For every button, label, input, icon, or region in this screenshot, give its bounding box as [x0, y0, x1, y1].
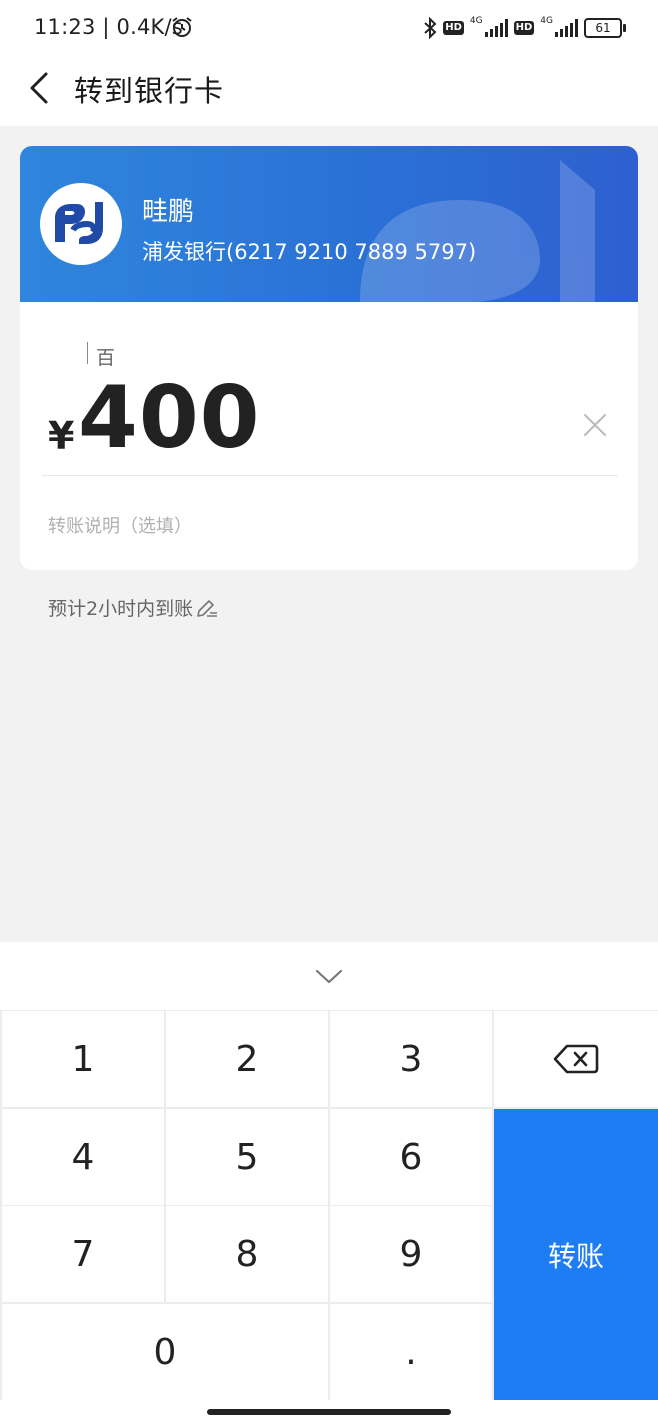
currency-symbol: ¥	[48, 414, 75, 458]
payee-banner: 畦鹏 浦发银行(6217 9210 7889 5797)	[20, 146, 638, 302]
arrival-estimate[interactable]: 预计2小时内到账	[48, 594, 219, 621]
transfer-card: 畦鹏 浦发银行(6217 9210 7889 5797) 百 ¥ 400 转账说…	[20, 146, 638, 570]
network-type: 4G	[469, 16, 483, 26]
remark-input[interactable]: 转账说明（选填）	[48, 512, 192, 538]
key-6[interactable]: 6	[330, 1109, 492, 1205]
battery-icon: 61	[584, 18, 626, 38]
page-title: 转到银行卡	[74, 74, 225, 108]
text-cursor	[87, 342, 88, 364]
amount-unit-hint: 百	[96, 347, 116, 369]
keypad-grid: 1 2 3 4 5 6 7 8 9 0 . 转账	[0, 1010, 658, 1400]
backspace-icon	[553, 1044, 599, 1074]
key-1[interactable]: 1	[2, 1011, 164, 1107]
chevron-down-icon[interactable]	[314, 966, 344, 986]
key-dot[interactable]: .	[330, 1304, 492, 1400]
hd-badge: HD	[443, 21, 464, 35]
transfer-submit-button[interactable]: 转账	[494, 1109, 658, 1400]
key-0[interactable]: 0	[2, 1304, 328, 1400]
key-9[interactable]: 9	[330, 1206, 492, 1302]
edit-pencil-icon	[197, 599, 218, 617]
status-bar: 11:23 | 0.4K/s HD 4G HD 4G 61	[0, 0, 658, 56]
signal-icon-2	[555, 19, 578, 37]
arrival-estimate-text: 预计2小时内到账	[48, 598, 194, 620]
key-2[interactable]: 2	[166, 1011, 328, 1107]
back-arrow-icon[interactable]	[26, 70, 56, 106]
divider	[42, 475, 618, 476]
bank-account: 浦发银行(6217 9210 7889 5797)	[142, 240, 477, 264]
key-5[interactable]: 5	[166, 1109, 328, 1205]
number-keypad: 1 2 3 4 5 6 7 8 9 0 . 转账	[0, 942, 658, 1426]
backspace-key[interactable]	[494, 1011, 658, 1107]
spdb-logo-icon	[55, 202, 103, 244]
payee-name: 畦鹏	[142, 197, 195, 227]
app-header: 转到银行卡	[0, 56, 658, 126]
signal-icon	[484, 19, 508, 37]
home-indicator[interactable]	[207, 1409, 451, 1415]
key-3[interactable]: 3	[330, 1011, 492, 1107]
status-time: 11:23 | 0.4K/s	[34, 15, 183, 39]
network-type-2: 4G	[540, 16, 553, 26]
hd-badge-2: HD	[513, 21, 535, 35]
bluetooth-icon	[424, 16, 437, 40]
amount-input[interactable]: 400	[78, 368, 261, 468]
key-7[interactable]: 7	[2, 1206, 164, 1302]
bank-logo	[40, 183, 122, 265]
key-4[interactable]: 4	[2, 1109, 164, 1205]
bank-watermark-icon	[360, 160, 595, 302]
key-8[interactable]: 8	[166, 1206, 328, 1302]
clear-icon[interactable]	[582, 412, 608, 438]
alarm-icon	[172, 17, 192, 37]
